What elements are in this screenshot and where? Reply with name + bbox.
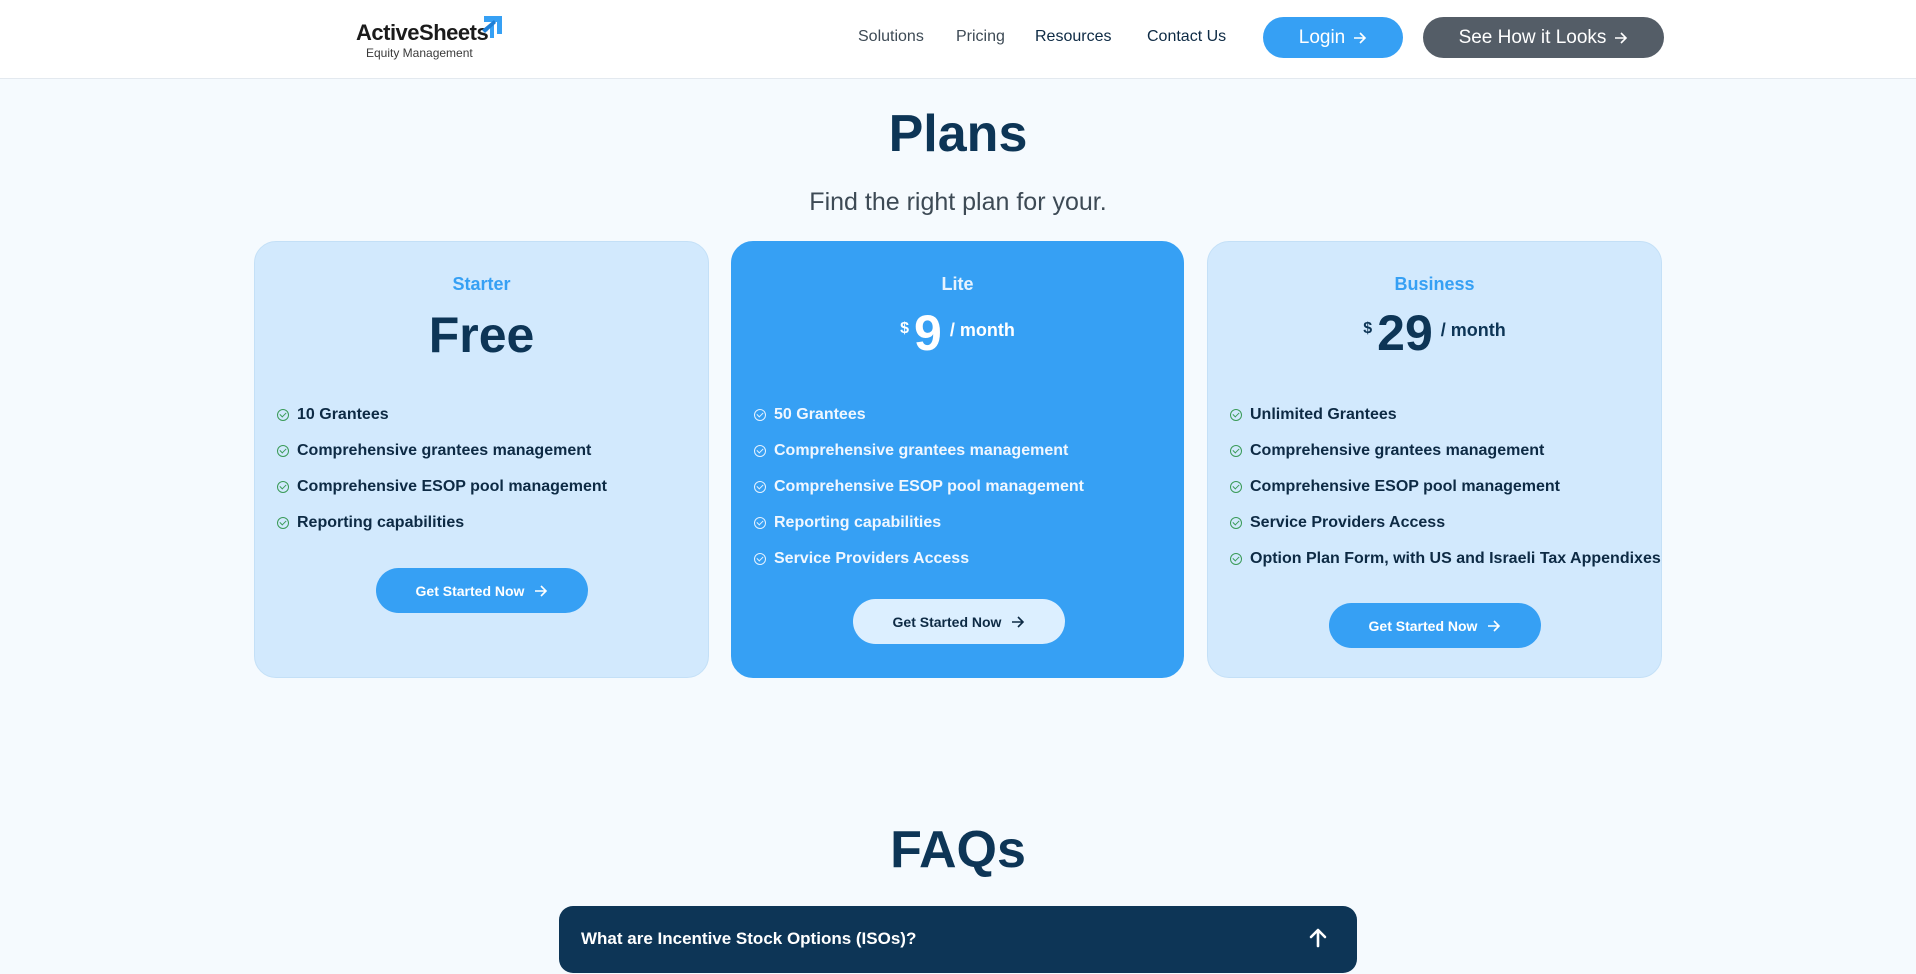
check-circle-icon <box>277 517 289 529</box>
arrow-right-icon <box>1615 31 1628 44</box>
feature-item: Comprehensive grantees management <box>277 433 607 469</box>
feature-item: Comprehensive ESOP pool management <box>754 469 1084 505</box>
check-circle-icon <box>1230 553 1242 565</box>
site-header: ActiveSheets Equity Management Solutions… <box>0 0 1916 79</box>
plan-card-lite: Lite $ 9 / month 50 Grantees Comprehensi… <box>731 241 1184 678</box>
get-started-button[interactable]: Get Started Now <box>376 568 588 613</box>
feature-item: Option Plan Form, with US and Israeli Ta… <box>1230 541 1661 577</box>
plans-title: Plans <box>888 105 1028 163</box>
see-how-button[interactable]: See How it Looks <box>1423 17 1664 58</box>
feature-item: Comprehensive ESOP pool management <box>1230 469 1661 505</box>
feature-list: 50 Grantees Comprehensive grantees manag… <box>754 397 1084 577</box>
faq-title: FAQs <box>890 821 1026 879</box>
logo-arrow-icon <box>482 16 502 38</box>
feature-item: 50 Grantees <box>754 397 1084 433</box>
feature-list: 10 Grantees Comprehensive grantees manag… <box>277 397 607 541</box>
plan-name: Business <box>1394 274 1475 294</box>
plan-price: $ 9 / month <box>732 308 1183 358</box>
arrow-up-icon[interactable] <box>1309 928 1327 948</box>
price-currency: $ <box>900 320 910 337</box>
logo-name: ActiveSheets <box>356 20 489 45</box>
plan-card-starter: Starter Free 10 Grantees Comprehensive g… <box>254 241 709 678</box>
check-circle-icon <box>754 445 766 457</box>
feature-item: Service Providers Access <box>754 541 1084 577</box>
feature-item: Comprehensive grantees management <box>754 433 1084 469</box>
check-circle-icon <box>1230 445 1242 457</box>
price-period: / month <box>1440 320 1506 340</box>
arrow-right-icon <box>1488 619 1501 632</box>
feature-item: Unlimited Grantees <box>1230 397 1661 433</box>
check-circle-icon <box>1230 481 1242 493</box>
get-started-label: Get Started Now <box>1368 617 1478 634</box>
feature-item: Reporting capabilities <box>277 505 607 541</box>
nav-solutions[interactable]: Solutions <box>858 28 924 46</box>
faq-item[interactable]: What are Incentive Stock Options (ISOs)? <box>559 906 1357 973</box>
get-started-button[interactable]: Get Started Now <box>1329 603 1541 648</box>
feature-item: Reporting capabilities <box>754 505 1084 541</box>
login-label: Login <box>1298 26 1346 48</box>
price-currency: $ <box>1363 320 1373 337</box>
check-circle-icon <box>1230 409 1242 421</box>
check-circle-icon <box>754 553 766 565</box>
feature-item: 10 Grantees <box>277 397 607 433</box>
nav-pricing[interactable]: Pricing <box>956 28 1005 46</box>
check-circle-icon <box>277 409 289 421</box>
get-started-button[interactable]: Get Started Now <box>853 599 1065 644</box>
plan-price: Free <box>428 307 535 363</box>
plan-card-business: Business $ 29 / month Unlimited Grantees… <box>1207 241 1662 678</box>
price-amount: 9 <box>914 305 942 361</box>
faq-question: What are Incentive Stock Options (ISOs)? <box>581 929 917 948</box>
get-started-label: Get Started Now <box>415 582 525 599</box>
nav-resources[interactable]: Resources <box>1035 28 1111 46</box>
price-amount: 29 <box>1377 305 1433 361</box>
login-button[interactable]: Login <box>1263 17 1403 58</box>
feature-item: Service Providers Access <box>1230 505 1661 541</box>
arrow-right-icon <box>1012 615 1025 628</box>
feature-item: Comprehensive grantees management <box>1230 433 1661 469</box>
logo[interactable]: ActiveSheets Equity Management <box>356 14 506 64</box>
plans-subtitle: Find the right plan for your. <box>809 188 1107 216</box>
nav-contact-us[interactable]: Contact Us <box>1147 28 1226 46</box>
plan-name: Starter <box>452 274 511 294</box>
plan-price: $ 29 / month <box>1208 308 1661 358</box>
plan-name: Lite <box>941 274 974 294</box>
logo-tagline: Equity Management <box>366 46 473 60</box>
check-circle-icon <box>754 481 766 493</box>
see-how-label: See How it Looks <box>1458 26 1607 48</box>
check-circle-icon <box>754 517 766 529</box>
price-period: / month <box>949 320 1015 340</box>
arrow-right-icon <box>535 584 548 597</box>
arrow-right-icon <box>1354 31 1367 44</box>
feature-list: Unlimited Grantees Comprehensive grantee… <box>1230 397 1661 577</box>
check-circle-icon <box>277 445 289 457</box>
check-circle-icon <box>1230 517 1242 529</box>
feature-item: Comprehensive ESOP pool management <box>277 469 607 505</box>
check-circle-icon <box>277 481 289 493</box>
check-circle-icon <box>754 409 766 421</box>
get-started-label: Get Started Now <box>892 613 1002 630</box>
